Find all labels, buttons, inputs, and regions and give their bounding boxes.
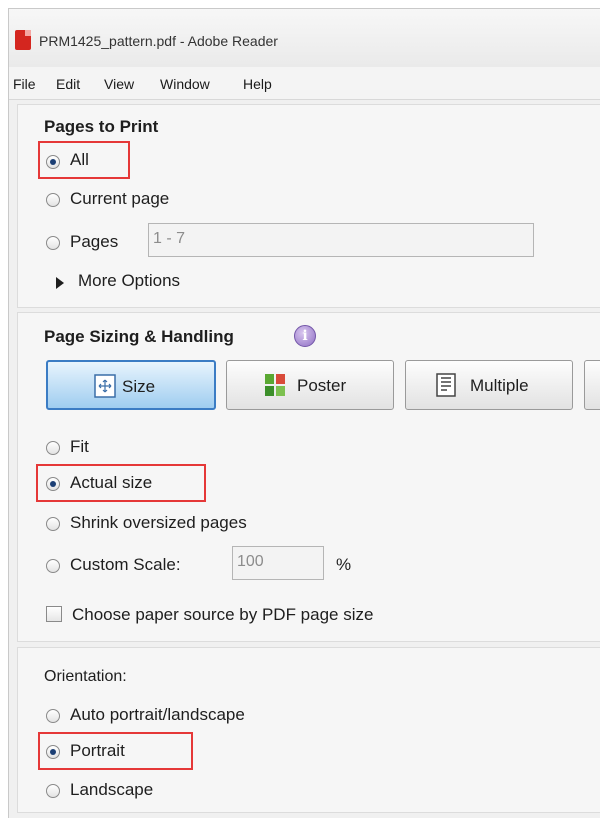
booklet-button[interactable] bbox=[584, 360, 600, 410]
paper-source-checkbox[interactable] bbox=[46, 606, 62, 622]
auto-orientation-radio[interactable] bbox=[46, 709, 60, 723]
orientation-panel: Orientation: Auto portrait/landscape Por… bbox=[17, 647, 600, 813]
title-bar: PRM1425_pattern.pdf - Adobe Reader bbox=[9, 9, 600, 67]
menu-window[interactable]: Window bbox=[160, 76, 210, 92]
page-sizing-panel: Page Sizing & Handling i Size Poster Mul… bbox=[17, 312, 600, 642]
fit-label: Fit bbox=[70, 437, 89, 456]
custom-scale-input[interactable]: 100 bbox=[232, 546, 324, 580]
paper-source-label: Choose paper source by PDF page size bbox=[72, 605, 374, 624]
actual-size-label: Actual size bbox=[70, 473, 153, 492]
current-page-label: Current page bbox=[70, 189, 170, 208]
poster-icon bbox=[265, 374, 285, 396]
more-options-link[interactable]: More Options bbox=[78, 271, 180, 291]
fit-radio[interactable] bbox=[46, 441, 60, 455]
multiple-button-label: Multiple bbox=[470, 376, 529, 395]
size-button[interactable]: Size bbox=[46, 360, 216, 410]
actual-size-radio[interactable] bbox=[46, 477, 60, 491]
portrait-radio[interactable] bbox=[46, 745, 60, 759]
shrink-label: Shrink oversized pages bbox=[70, 513, 247, 532]
size-icon bbox=[94, 374, 116, 398]
all-radio[interactable] bbox=[46, 155, 60, 169]
current-page-radio[interactable] bbox=[46, 193, 60, 207]
shrink-radio[interactable] bbox=[46, 517, 60, 531]
poster-button-label: Poster bbox=[297, 376, 347, 395]
custom-scale-radio[interactable] bbox=[46, 559, 60, 573]
poster-button[interactable]: Poster bbox=[226, 360, 394, 410]
menu-file[interactable]: File bbox=[13, 76, 36, 92]
multiple-button[interactable]: Multiple bbox=[405, 360, 573, 410]
custom-scale-label: Custom Scale: bbox=[70, 555, 181, 574]
pages-range-input[interactable]: 1 - 7 bbox=[148, 223, 534, 257]
page-sizing-title: Page Sizing & Handling bbox=[44, 327, 234, 346]
multiple-icon bbox=[436, 373, 456, 397]
size-button-label: Size bbox=[122, 377, 156, 396]
orientation-title: Orientation: bbox=[44, 668, 127, 685]
info-icon[interactable]: i bbox=[294, 325, 316, 347]
pages-to-print-title: Pages to Print bbox=[44, 117, 159, 136]
auto-orientation-label: Auto portrait/landscape bbox=[70, 705, 245, 724]
menu-edit[interactable]: Edit bbox=[56, 76, 80, 92]
pages-label: Pages bbox=[70, 232, 119, 251]
landscape-radio[interactable] bbox=[46, 784, 60, 798]
pdf-file-icon bbox=[15, 30, 31, 50]
landscape-label: Landscape bbox=[70, 780, 154, 799]
pages-to-print-panel: Pages to Print All Current page Pages 1 … bbox=[17, 104, 600, 308]
window-title: PRM1425_pattern.pdf - Adobe Reader bbox=[39, 33, 278, 49]
percent-label: % bbox=[336, 555, 352, 574]
expand-triangle-icon[interactable] bbox=[56, 277, 64, 289]
menu-view[interactable]: View bbox=[104, 76, 134, 92]
all-label: All bbox=[70, 150, 89, 169]
menu-help[interactable]: Help bbox=[243, 76, 272, 92]
pages-radio[interactable] bbox=[46, 236, 60, 250]
print-dialog-window: PRM1425_pattern.pdf - Adobe Reader File … bbox=[8, 8, 600, 818]
portrait-label: Portrait bbox=[70, 741, 125, 760]
menu-bar: File Edit View Window Help bbox=[9, 67, 600, 100]
